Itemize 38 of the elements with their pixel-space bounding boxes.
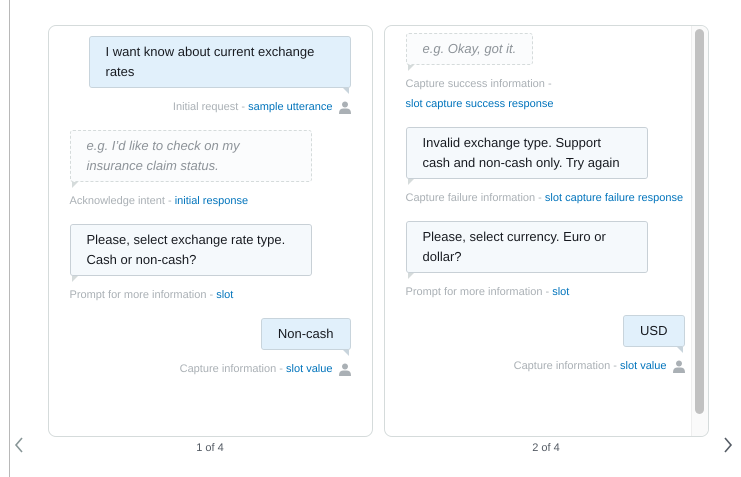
message-bubble: Non-cash: [260, 318, 350, 350]
caption-link[interactable]: slot value: [620, 360, 666, 372]
message-bubble: Please, select currency. Euro or dollar?: [406, 221, 648, 273]
message-bubble: I want know about current exchange rates: [88, 36, 350, 88]
bubble-tail-icon: [676, 347, 682, 353]
message-caption: Initial request - sample utterance: [172, 100, 332, 115]
person-icon: [338, 100, 350, 114]
bubble-tail-icon: [408, 65, 414, 71]
page-indicator: 2 of 4: [532, 441, 560, 456]
message-caption: Capture success information - slot capture success response: [406, 77, 554, 112]
scrollbar-thumb[interactable]: [695, 29, 704, 414]
message-bubble: Please, select exchange rate type. Cash or non-cash?: [70, 224, 312, 276]
message-caption: Capture information - slot value: [180, 362, 332, 377]
person-icon: [672, 360, 684, 372]
message-caption: Prompt for more information - slot: [406, 285, 570, 300]
person-icon: [338, 362, 350, 376]
message-bubble: USD: [623, 315, 684, 347]
caption-link[interactable]: slot: [552, 286, 570, 298]
text-input[interactable]: e.g. Okay, got it.: [406, 33, 534, 65]
caption-link[interactable]: slot: [216, 289, 234, 301]
message-caption: Acknowledge intent - initial response: [70, 194, 248, 209]
bubble-tail-icon: [342, 350, 348, 356]
bubble-tail-icon: [408, 273, 414, 279]
bubble-tail-icon: [408, 179, 414, 185]
bubble-tail-icon: [72, 182, 78, 188]
bubble-tail-icon: [72, 276, 78, 282]
message-caption: Prompt for more information - slot: [70, 288, 234, 303]
caption-link[interactable]: initial response: [174, 195, 248, 207]
caption-link[interactable]: slot capture success response: [406, 98, 554, 110]
caption-link[interactable]: sample utterance: [248, 101, 332, 113]
text-input[interactable]: e.g. I’d like to check on my insurance claim status.: [70, 130, 312, 182]
message-caption: Capture failure information - slot capture failure response: [406, 191, 684, 206]
bubble-tail-icon: [342, 88, 348, 94]
message-bubble: Invalid exchange type. Support cash and non-cash only. Try again: [406, 127, 648, 179]
message-caption: Capture information - slot value: [514, 359, 666, 374]
caption-link[interactable]: slot capture failure response: [544, 192, 684, 204]
page-indicator: 1 of 4: [196, 441, 224, 456]
caption-link[interactable]: slot value: [286, 363, 332, 375]
